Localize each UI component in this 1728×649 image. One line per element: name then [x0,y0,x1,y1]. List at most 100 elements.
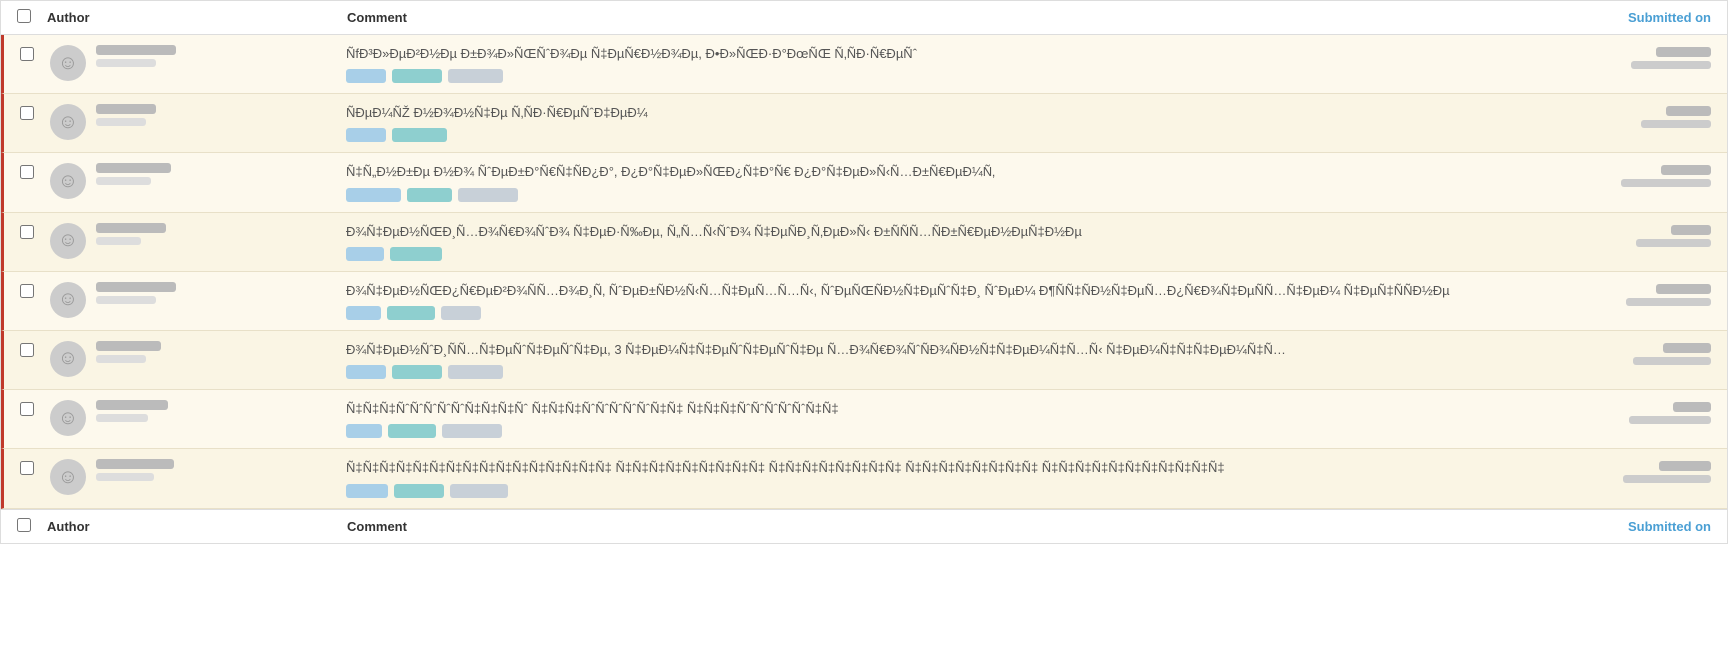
author-info [96,400,346,422]
comment-content: ÑfÐ³Ð»ÐµÐ²Ð½Ðµ Ð±Ð¾Ð»ÑŒÑˆÐ¾Ðµ Ñ‡ÐµÑ€Ð½Ð¾… [346,45,1511,83]
user-icon: ☺ [58,407,78,430]
author-column-label: Author [47,10,90,25]
comment-content: Ð¾Ñ‡ÐµÐ½ÑˆÐ¸ÑÑ…Ñ‡ÐµÑˆÑ‡ÐµÑˆÑ‡Ðµ, 3 Ñ‡ÐµÐ… [346,341,1511,379]
table-row: ☺ Ñ‡Ñ„Ð½Ð±Ðµ Ð½Ð¾ ÑˆÐµÐ±Ð°Ñ€Ñ‡ÑÐ¿Ð°, Ð¿Ð°… [1,153,1727,212]
row-checkbox-cell[interactable] [20,459,50,475]
table-row: ☺Ñ‡Ñ‡Ñ‡ÑˆÑˆÑˆÑˆÑˆÑ‡Ñ‡Ñ‡Ñˆ Ñ‡Ñ‡Ñ‡ÑˆÑˆÑˆÑˆ… [1,390,1727,449]
author-meta [96,414,148,422]
header-checkbox-cell[interactable] [17,9,47,26]
comment-tag [392,69,442,83]
avatar: ☺ [50,163,86,199]
author-meta [96,59,156,67]
author-meta [96,355,146,363]
author-meta [96,296,156,304]
submitted-date [1511,104,1711,128]
row-checkbox[interactable] [20,343,34,357]
submitted-date-line1 [1656,47,1711,57]
author-info [96,163,346,185]
footer-submitted: Submitted on [1511,519,1711,534]
select-all-footer-checkbox[interactable] [17,518,31,532]
comment-tag [346,69,386,83]
comment-tag [346,247,384,261]
submitted-date-line2 [1636,239,1711,247]
avatar: ☺ [50,45,86,81]
avatar: ☺ [50,459,86,495]
comment-text: Ñ‡Ñ‡Ñ‡Ñ‡Ñ‡Ñ‡Ñ‡Ñ‡Ñ‡Ñ‡Ñ‡Ñ‡Ñ‡Ñ‡Ñ‡Ñ‡ Ñ‡Ñ‡Ñ‡Ñ… [346,459,1491,477]
row-checkbox-cell[interactable] [20,282,50,298]
user-icon: ☺ [58,288,78,311]
author-meta [96,237,141,245]
author-info [96,223,346,245]
row-checkbox[interactable] [20,106,34,120]
row-checkbox[interactable] [20,165,34,179]
author-name [96,341,161,351]
comment-tags [346,128,1491,142]
row-checkbox-cell[interactable] [20,223,50,239]
table-row: ☺ Ñ‡Ñ‡Ñ‡Ñ‡Ñ‡Ñ‡Ñ‡Ñ‡Ñ‡Ñ‡Ñ‡Ñ‡Ñ‡Ñ‡Ñ‡Ñ‡ Ñ‡Ñ‡Ñ‡… [1,449,1727,508]
author-name [96,163,171,173]
author-meta [96,177,151,185]
submitted-date-line1 [1659,461,1711,471]
table-footer: Author Comment Submitted on [1,509,1727,543]
submitted-date-line1 [1656,284,1711,294]
submitted-date [1511,400,1711,424]
submitted-date-line2 [1631,61,1711,69]
user-icon: ☺ [58,466,78,489]
select-all-checkbox[interactable] [17,9,31,23]
comment-tag [346,128,386,142]
row-checkbox[interactable] [20,284,34,298]
row-checkbox-cell[interactable] [20,45,50,61]
avatar: ☺ [50,341,86,377]
user-icon: ☺ [58,170,78,193]
comment-tag [442,424,502,438]
comment-tag [407,188,452,202]
comment-tag [390,247,442,261]
comment-tags [346,484,1491,498]
submitted-date-line2 [1626,298,1711,306]
author-name [96,223,166,233]
comment-tag [388,424,436,438]
submitted-date-line2 [1633,357,1711,365]
row-checkbox[interactable] [20,225,34,239]
comment-content: Ñ‡Ñ„Ð½Ð±Ðµ Ð½Ð¾ ÑˆÐµÐ±Ð°Ñ€Ñ‡ÑÐ¿Ð°, Ð¿Ð°Ñ… [346,163,1511,201]
comment-tag [392,128,447,142]
footer-checkbox-cell[interactable] [17,518,47,535]
row-checkbox-cell[interactable] [20,104,50,120]
row-checkbox-cell[interactable] [20,163,50,179]
row-checkbox[interactable] [20,402,34,416]
author-info [96,341,346,363]
author-name [96,459,174,469]
row-checkbox[interactable] [20,47,34,61]
table-row: ☺ ÑfÐ³Ð»ÐµÐ²Ð½Ðµ Ð±Ð¾Ð»ÑŒÑˆÐ¾Ðµ Ñ‡ÐµÑ€Ð½Ð… [1,35,1727,94]
header-author: Author [47,10,347,25]
submitted-date-line2 [1621,179,1711,187]
submitted-column-label: Submitted on [1628,10,1711,25]
comment-tags [346,306,1491,320]
footer-comment-label: Comment [347,519,407,534]
comment-text: ÑÐµÐ¼ÑŽ Ð½Ð¾Ð½Ñ‡Ðµ Ñ‚ÑÐ·Ñ€ÐµÑˆÐ‡ÐµÐ¼ [346,104,1491,122]
comment-tags [346,69,1491,83]
comment-tags [346,424,1491,438]
table-row: ☺ Ð¾Ñ‡ÐµÐ½ÑˆÐ¸ÑÑ…Ñ‡ÐµÑˆÑ‡ÐµÑˆÑ‡Ðµ, 3 Ñ‡Ðµ… [1,331,1727,390]
table-row: ☺Ð¾Ñ‡ÐµÐ½ÑŒÐ¿Ñ€ÐµÐ²Ð¾ÑÑ…Ð¾Ð¸Ñ‚ ÑˆÐµÐ±ÑÐ½… [1,272,1727,331]
author-name [96,104,156,114]
comment-tag [346,484,388,498]
row-checkbox-cell[interactable] [20,400,50,416]
comment-tag [448,365,503,379]
author-info [96,282,346,304]
author-name [96,400,168,410]
row-checkbox[interactable] [20,461,34,475]
avatar: ☺ [50,400,86,436]
header-submitted: Submitted on [1511,10,1711,25]
avatar: ☺ [50,223,86,259]
submitted-date-line2 [1623,475,1711,483]
submitted-date-line1 [1671,225,1711,235]
footer-submitted-label: Submitted on [1628,519,1711,534]
author-meta [96,118,146,126]
comment-text: ÑfÐ³Ð»ÐµÐ²Ð½Ðµ Ð±Ð¾Ð»ÑŒÑˆÐ¾Ðµ Ñ‡ÐµÑ€Ð½Ð¾… [346,45,1491,63]
comment-text: Ð¾Ñ‡ÐµÐ½ÑˆÐ¸ÑÑ…Ñ‡ÐµÑˆÑ‡ÐµÑˆÑ‡Ðµ, 3 Ñ‡ÐµÐ… [346,341,1491,359]
comment-tag [346,306,381,320]
comment-tags [346,365,1491,379]
row-checkbox-cell[interactable] [20,341,50,357]
avatar: ☺ [50,282,86,318]
